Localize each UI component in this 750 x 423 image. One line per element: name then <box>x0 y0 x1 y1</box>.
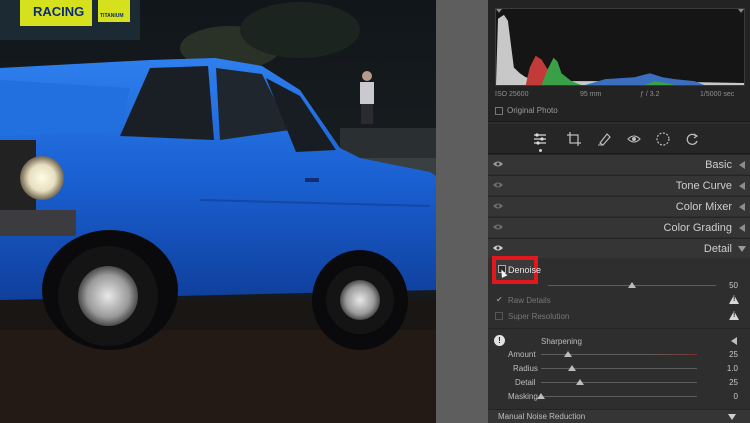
denoise-label: Denoise <box>508 265 542 275</box>
photo-canvas[interactable]: RACING TITANIUM <box>0 0 436 423</box>
collapse-arrow-icon[interactable] <box>739 182 745 190</box>
radius-label: Radius <box>513 364 538 373</box>
visibility-eye-icon[interactable] <box>493 244 503 252</box>
section-detail-label: Detail <box>703 243 732 255</box>
info-icon[interactable]: ! <box>494 335 505 346</box>
warning-icon <box>729 311 739 320</box>
presets-icon[interactable] <box>685 132 699 146</box>
divider <box>488 328 750 329</box>
original-photo-toggle[interactable]: Original Photo <box>495 106 558 115</box>
section-tone-curve[interactable]: Tone Curve <box>488 175 750 195</box>
histogram-graph[interactable] <box>495 8 745 86</box>
original-photo-label: Original Photo <box>507 106 558 115</box>
manual-noise-reduction-label: Manual Noise Reduction <box>498 412 586 421</box>
detail-slider-track[interactable] <box>541 382 697 383</box>
collapse-arrow-icon[interactable] <box>739 224 745 232</box>
healing-icon[interactable] <box>597 132 611 146</box>
tool-strip <box>488 124 750 154</box>
visibility-eye-icon[interactable] <box>493 160 503 168</box>
histogram-panel: ISO 25600 95 mm ƒ / 3.2 1/5000 sec Origi… <box>488 0 750 122</box>
redeye-icon[interactable] <box>627 132 641 146</box>
develop-panel: ISO 25600 95 mm ƒ / 3.2 1/5000 sec Origi… <box>488 0 750 423</box>
checkmark-icon[interactable]: ✔ <box>496 295 503 304</box>
amount-label: Amount <box>508 350 536 359</box>
amount-value[interactable]: 25 <box>729 350 738 359</box>
detail-value[interactable]: 25 <box>729 378 738 387</box>
raw-details-label[interactable]: Raw Details <box>508 296 551 305</box>
amount-slider-thumb[interactable] <box>563 351 572 357</box>
collapse-arrow-icon[interactable] <box>731 337 737 345</box>
expand-arrow-icon[interactable] <box>728 414 736 420</box>
visibility-eye-icon[interactable] <box>493 202 503 210</box>
detail-slider-thumb[interactable] <box>576 379 584 385</box>
edit-sliders-icon[interactable] <box>533 132 547 146</box>
masking-slider-track[interactable] <box>541 396 697 397</box>
section-basic-label: Basic <box>705 159 732 171</box>
manual-noise-reduction-header[interactable]: Manual Noise Reduction <box>488 409 750 423</box>
radius-slider-track[interactable] <box>541 368 697 369</box>
radius-slider-thumb[interactable] <box>568 365 577 371</box>
iso-readout: ISO 25600 <box>495 91 529 98</box>
radius-value[interactable]: 1.0 <box>727 364 738 373</box>
super-resolution-checkbox[interactable] <box>495 312 503 320</box>
denoise-toggle-highlight[interactable]: Denoise <box>492 256 542 284</box>
collapse-arrow-icon[interactable] <box>739 161 745 169</box>
focal-length-readout: 95 mm <box>580 91 602 98</box>
masking-icon[interactable] <box>656 132 670 146</box>
svg-text:RACING: RACING <box>33 4 84 19</box>
aperture-readout: ƒ / 3.2 <box>640 91 660 98</box>
sharpening-label: Sharpening <box>541 337 582 346</box>
original-photo-checkbox[interactable] <box>495 106 503 115</box>
section-color-mixer-label: Color Mixer <box>675 201 732 213</box>
background-banner: RACING TITANIUM <box>0 0 140 40</box>
active-tool-indicator <box>539 149 542 152</box>
collapse-arrow-icon[interactable] <box>739 203 745 211</box>
section-color-grading[interactable]: Color Grading <box>488 217 750 237</box>
expand-arrow-icon[interactable] <box>738 246 746 252</box>
visibility-eye-icon[interactable] <box>493 181 503 189</box>
masking-label: Masking <box>508 392 538 401</box>
masking-slider-thumb[interactable] <box>537 393 545 399</box>
shutter-readout: 1/5000 sec <box>700 91 735 98</box>
section-detail[interactable]: Detail <box>488 238 750 258</box>
section-tone-curve-label: Tone Curve <box>675 180 732 192</box>
denoise-value[interactable]: 50 <box>729 281 738 290</box>
section-color-grading-label: Color Grading <box>663 222 732 234</box>
section-basic[interactable]: Basic <box>488 154 750 174</box>
masking-value[interactable]: 0 <box>734 392 738 401</box>
denoise-slider-thumb[interactable] <box>628 282 636 288</box>
section-color-mixer[interactable]: Color Mixer <box>488 196 750 216</box>
filmstrip-gap <box>436 0 488 423</box>
super-resolution-label[interactable]: Super Resolution <box>508 312 569 321</box>
svg-text:TITANIUM: TITANIUM <box>100 13 124 19</box>
detail-label: Detail <box>515 378 536 387</box>
warning-icon <box>729 295 739 304</box>
crop-icon[interactable] <box>567 132 581 146</box>
visibility-eye-icon[interactable] <box>493 223 503 231</box>
mouse-cursor-icon <box>498 268 508 278</box>
